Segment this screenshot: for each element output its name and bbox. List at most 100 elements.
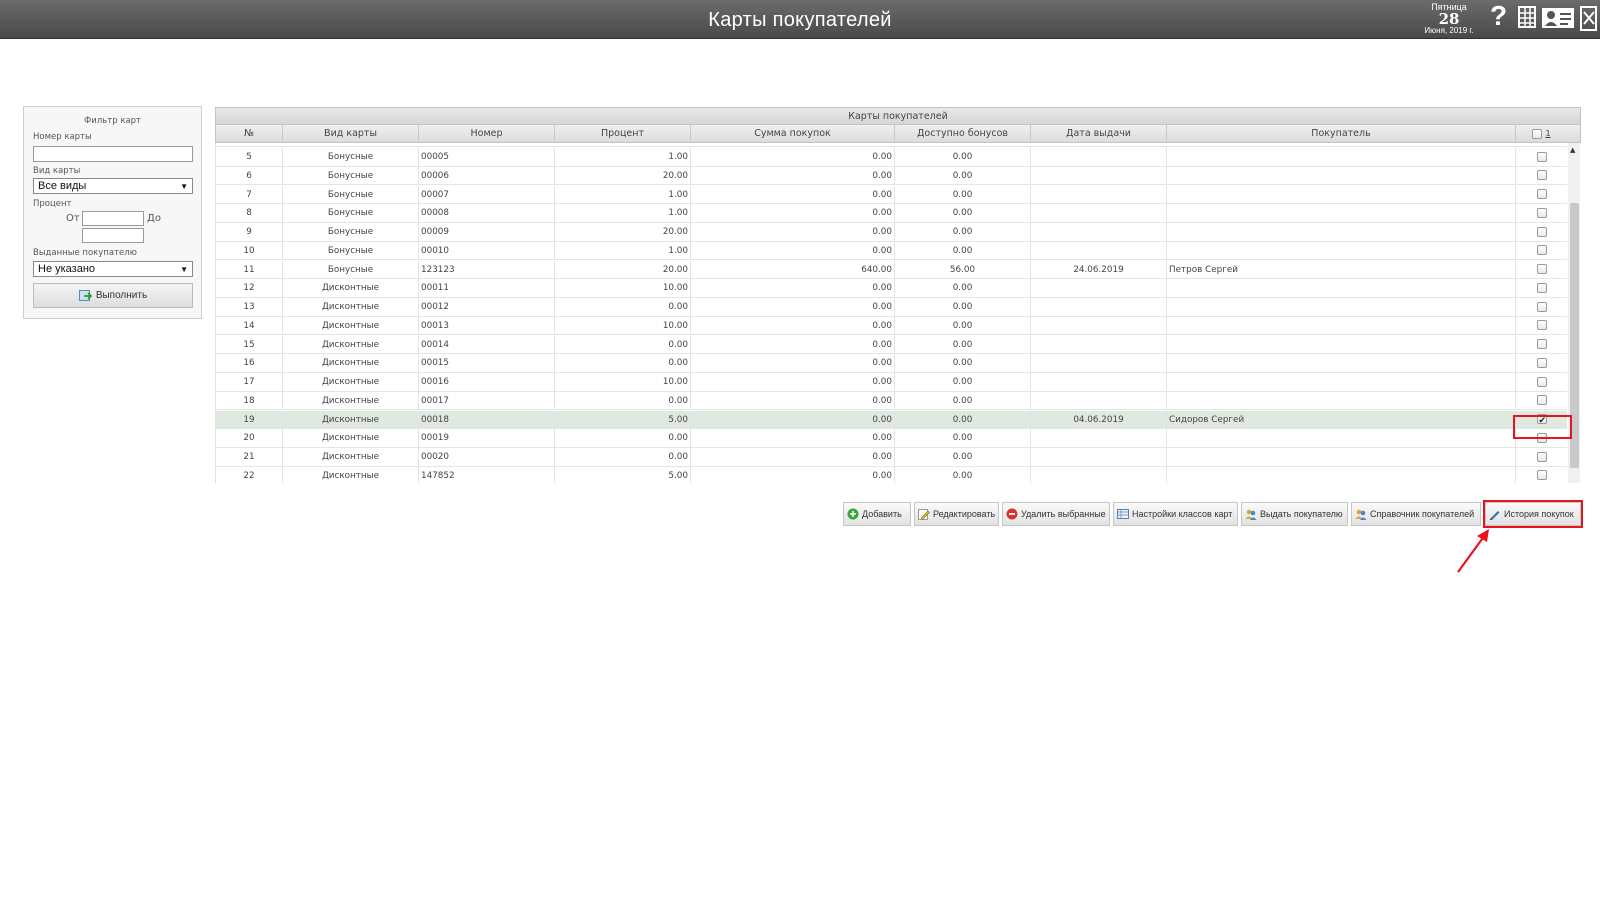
help-icon[interactable]: ? bbox=[1490, 2, 1507, 30]
row-checkbox[interactable] bbox=[1536, 357, 1547, 368]
col-header-purchase-sum[interactable]: Сумма покупок bbox=[691, 125, 895, 142]
table-row[interactable]: 18 Дисконтные 00017 0.00 0.00 0.00 bbox=[216, 391, 1567, 411]
cell-issue-date bbox=[1031, 316, 1167, 335]
cell-bonus: 0.00 bbox=[895, 204, 1031, 223]
table-row[interactable]: 15 Дисконтные 00014 0.00 0.00 0.00 bbox=[216, 335, 1567, 355]
dropdown-arrow-icon: ▼ bbox=[180, 182, 188, 191]
select-all-checkbox[interactable] bbox=[1532, 128, 1543, 139]
table-row[interactable]: 21 Дисконтные 00020 0.00 0.00 0.00 bbox=[216, 448, 1567, 467]
cell-issue-date bbox=[1031, 466, 1167, 483]
filter-title: Фильтр карт bbox=[83, 116, 142, 126]
user-card-icon[interactable] bbox=[1541, 6, 1575, 30]
row-checkbox[interactable] bbox=[1536, 245, 1547, 256]
cell-bonus: 0.00 bbox=[895, 223, 1031, 241]
buyers-directory-button[interactable]: Справочник покупателей bbox=[1351, 502, 1481, 526]
row-checkbox[interactable] bbox=[1536, 339, 1547, 349]
cell-card-number: 00015 bbox=[419, 354, 555, 373]
percent-to-input[interactable] bbox=[82, 228, 144, 243]
row-checkbox[interactable] bbox=[1536, 470, 1547, 481]
cell-number: 13 bbox=[216, 298, 283, 316]
cell-number: 19 bbox=[216, 410, 283, 429]
scroll-up-icon[interactable]: ▲ bbox=[1570, 146, 1575, 154]
col-header-card-type[interactable]: Вид карты bbox=[283, 125, 419, 142]
card-type-value: Все виды bbox=[38, 180, 87, 192]
table-row[interactable]: 8 Бонусные 00008 1.00 0.00 0.00 bbox=[216, 204, 1567, 223]
to-label: До bbox=[147, 213, 161, 224]
col-header-bonus[interactable]: Доступно бонусов bbox=[895, 125, 1031, 142]
cell-percent: 0.00 bbox=[555, 429, 691, 448]
card-type-select[interactable]: Все виды ▼ bbox=[33, 178, 193, 194]
table-row[interactable]: 20 Дисконтные 00019 0.00 0.00 0.00 bbox=[216, 429, 1567, 448]
row-checkbox[interactable] bbox=[1536, 301, 1547, 312]
highlight-selected-checkbox bbox=[1513, 415, 1572, 439]
cell-buyer bbox=[1167, 316, 1516, 335]
row-checkbox[interactable] bbox=[1536, 451, 1547, 462]
cell-purchase-sum: 0.00 bbox=[691, 354, 895, 373]
row-checkbox[interactable] bbox=[1536, 170, 1547, 181]
row-checkbox[interactable] bbox=[1536, 282, 1547, 293]
cell-percent: 10.00 bbox=[555, 279, 691, 298]
cell-number: 5 bbox=[216, 148, 283, 166]
row-checkbox[interactable] bbox=[1536, 189, 1547, 199]
row-checkbox[interactable] bbox=[1536, 395, 1547, 406]
exit-icon[interactable] bbox=[1580, 6, 1598, 32]
cell-buyer bbox=[1167, 354, 1516, 373]
table-row[interactable]: 14 Дисконтные 00013 10.00 0.00 0.00 bbox=[216, 316, 1567, 336]
cell-card-number: 00008 bbox=[419, 204, 555, 223]
cell-number: 10 bbox=[216, 241, 283, 260]
col-header-buyer[interactable]: Покупатель bbox=[1167, 125, 1516, 142]
row-checkbox[interactable] bbox=[1536, 207, 1547, 218]
table-row[interactable]: 13 Дисконтные 00012 0.00 0.00 0.00 bbox=[216, 298, 1567, 317]
class-settings-button[interactable]: Настройки классов карт bbox=[1113, 502, 1238, 526]
cell-card-number: 00014 bbox=[419, 335, 555, 354]
table-row[interactable]: 17 Дисконтные 00016 10.00 0.00 0.00 bbox=[216, 373, 1567, 392]
issued-select[interactable]: Не указано ▼ bbox=[33, 261, 193, 277]
delete-selected-button[interactable]: Удалить выбранные bbox=[1002, 502, 1110, 526]
cell-purchase-sum: 0.00 bbox=[691, 410, 895, 429]
edit-button[interactable]: Редактировать bbox=[914, 502, 999, 526]
table-row[interactable]: 9 Бонусные 00009 20.00 0.00 0.00 bbox=[216, 223, 1567, 242]
card-number-input[interactable] bbox=[33, 146, 193, 162]
cell-card-type: Дисконтные bbox=[283, 373, 419, 391]
cell-percent: 20.00 bbox=[555, 260, 691, 279]
table-row[interactable]: 19 Дисконтные 00018 5.00 0.00 0.00 04.06.2019 С… bbox=[216, 410, 1567, 430]
cell-bonus: 0.00 bbox=[895, 316, 1031, 335]
cell-select bbox=[1516, 223, 1567, 241]
cell-purchase-sum: 0.00 bbox=[691, 316, 895, 335]
cell-buyer bbox=[1167, 429, 1516, 448]
table-row[interactable]: 5 Бонусные 00005 1.00 0.00 0.00 bbox=[216, 148, 1567, 167]
cell-purchase-sum: 0.00 bbox=[691, 373, 895, 391]
cell-issue-date bbox=[1031, 148, 1167, 166]
cell-purchase-sum: 0.00 bbox=[691, 166, 895, 185]
row-checkbox[interactable] bbox=[1536, 151, 1547, 162]
cell-card-type: Дисконтные bbox=[283, 316, 419, 335]
row-checkbox[interactable] bbox=[1536, 264, 1547, 274]
add-button[interactable]: Добавить bbox=[843, 502, 911, 526]
col-header-issue-date[interactable]: Дата выдачи bbox=[1031, 125, 1167, 142]
delete-selected-label: Удалить выбранные bbox=[1021, 509, 1106, 519]
row-checkbox[interactable] bbox=[1536, 320, 1547, 331]
col-header-card-number[interactable]: Номер bbox=[419, 125, 555, 142]
col-header-number[interactable]: № bbox=[216, 125, 283, 142]
cell-card-number: 00012 bbox=[419, 298, 555, 316]
dropdown-arrow-icon: ▼ bbox=[180, 265, 188, 274]
table-row[interactable]: 12 Дисконтные 00011 10.00 0.00 0.00 bbox=[216, 279, 1567, 298]
table-row[interactable]: 7 Бонусные 00007 1.00 0.00 0.00 bbox=[216, 185, 1567, 205]
row-checkbox[interactable] bbox=[1536, 376, 1547, 387]
cell-card-number: 00006 bbox=[419, 166, 555, 185]
grid-icon[interactable] bbox=[1518, 6, 1536, 28]
table-row[interactable]: 10 Бонусные 00010 1.00 0.00 0.00 bbox=[216, 241, 1567, 261]
cell-buyer bbox=[1167, 204, 1516, 223]
run-button[interactable]: Выполнить bbox=[33, 283, 193, 308]
date-month-year: Июня, 2019 г. bbox=[1424, 26, 1474, 35]
table-row[interactable]: 6 Бонусные 00006 20.00 0.00 0.00 bbox=[216, 166, 1567, 186]
col-header-percent[interactable]: Процент bbox=[555, 125, 691, 142]
cell-percent: 0.00 bbox=[555, 298, 691, 316]
issue-to-buyer-button[interactable]: Выдать покупателю bbox=[1241, 502, 1348, 526]
table-row[interactable]: 22 Дисконтные 147852 5.00 0.00 0.00 bbox=[216, 466, 1567, 483]
table-row[interactable]: 11 Бонусные 123123 20.00 640.00 56.00 24.06.20… bbox=[216, 260, 1567, 280]
table-row[interactable]: 16 Дисконтные 00015 0.00 0.00 0.00 bbox=[216, 354, 1567, 373]
row-checkbox[interactable] bbox=[1536, 226, 1547, 237]
percent-from-input[interactable] bbox=[82, 211, 144, 226]
cell-percent: 10.00 bbox=[555, 373, 691, 391]
